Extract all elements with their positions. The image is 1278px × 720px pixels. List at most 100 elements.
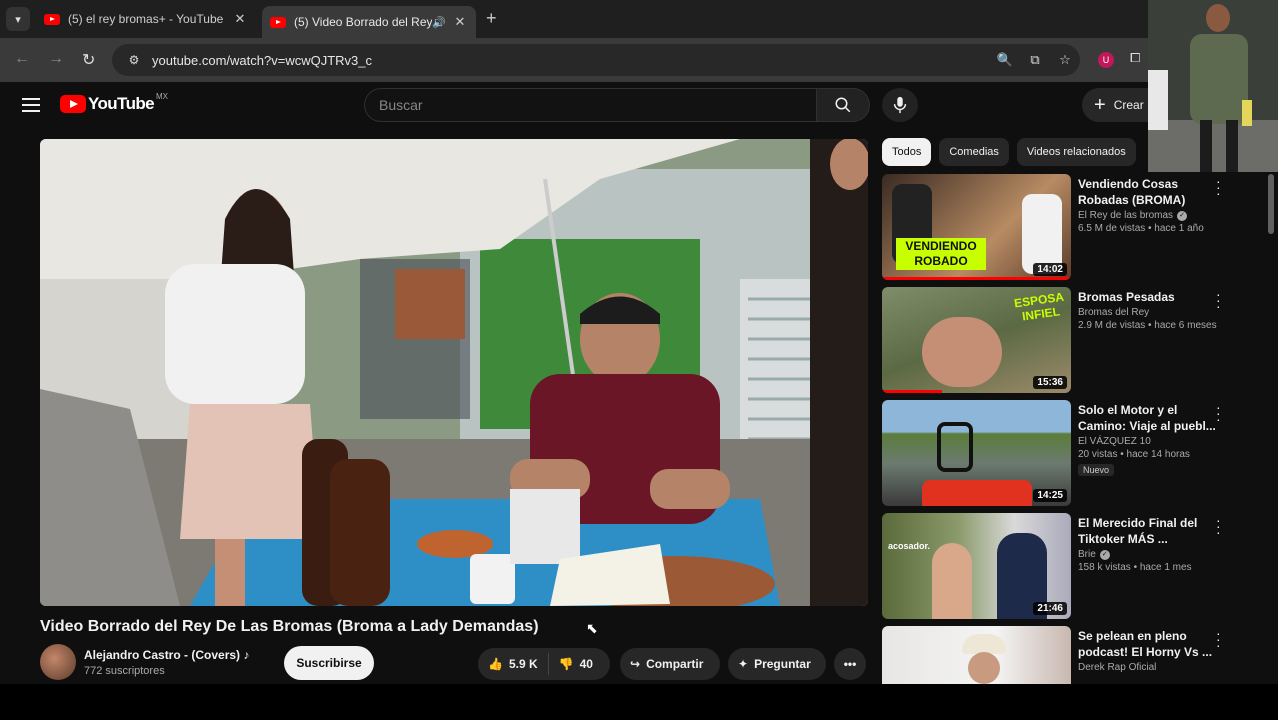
channel-name[interactable]: Alejandro Castro - (Covers) ♪ [84,648,249,662]
audio-playing-icon[interactable]: 🔊 [432,16,446,29]
thumbs-down-icon: 👎 [558,657,574,671]
chip-comedias[interactable]: Comedias [939,138,1009,166]
related-channel[interactable]: El Rey de las bromas ✓ [1078,210,1228,221]
extensions-puzzle-icon[interactable]: ⧠ [1130,50,1140,66]
related-title[interactable]: Se pelean en pleno podcast! El Horny Vs … [1078,628,1228,660]
install-app-icon[interactable]: ⧉ [1020,52,1050,68]
subscriber-count: 772 suscriptores [84,664,165,677]
more-vertical-icon[interactable]: · · · [1216,174,1221,200]
sparkle-icon: ✦ [738,657,749,671]
thumbnail-text: acosador. [888,541,931,551]
related-channel[interactable]: El VÁZQUEZ 10 [1078,436,1228,447]
related-channel[interactable]: Bromas del Rey [1078,307,1228,318]
voice-search-button[interactable] [882,88,918,122]
video-duration: 15:36 [1033,376,1067,389]
video-thumbnail[interactable] [882,626,1071,684]
related-channel[interactable]: Derek Rap Oficial [1078,662,1228,673]
video-meta: Se pelean en pleno podcast! El Horny Vs … [1078,628,1228,673]
more-vertical-icon[interactable]: · · · [1216,513,1221,539]
thumbnail-text: VENDIENDO ROBADO [896,238,986,270]
close-tab-icon[interactable]: ✕ [232,11,248,27]
chip-videos-relacionados[interactable]: Videos relacionados [1016,138,1136,166]
forward-arrow-icon[interactable]: → [48,50,64,68]
related-title[interactable]: El Merecido Final del Tiktoker MÁS ... [1078,515,1228,547]
related-video-item[interactable]: ESPOSA INFIEL 15:36 Bromas Pesadas Broma… [882,287,1262,400]
reload-icon[interactable]: ↻ [82,50,95,70]
search-button[interactable] [816,88,870,122]
related-title[interactable]: Bromas Pesadas [1078,289,1228,305]
related-title[interactable]: Vendiendo Cosas Robadas (BROMA) [1078,176,1228,208]
related-channel[interactable]: Brie ✓ [1078,549,1228,560]
browser-tab-bar: ▾ (5) el rey bromas+ - YouTube ✕ (5) Vid… [0,0,1278,38]
related-video-item[interactable]: acosador. 21:46 El Merecido Final del Ti… [882,513,1262,626]
chip-todos[interactable]: Todos [882,138,932,166]
more-actions-button[interactable]: ••• [834,648,866,680]
filter-chips: Todos Comedias Videos relacionados [882,138,1144,166]
channel-avatar[interactable] [40,644,76,680]
video-thumbnail[interactable]: ESPOSA INFIEL 15:36 [882,287,1071,393]
zoom-icon[interactable]: 🔍 [990,52,1020,68]
more-horizontal-icon: ••• [843,657,857,671]
watch-progress-bar [882,277,1071,280]
related-stats: 6.5 M de vistas • hace 1 año [1078,223,1204,234]
related-stats: 2.9 M de vistas • hace 6 meses [1078,320,1217,331]
youtube-favicon-icon [44,13,60,25]
channel-name-text[interactable]: Alejandro Castro - (Covers) [84,648,240,662]
address-bar[interactable]: ⚙ youtube.com/watch?v=wcwQJTRv3_c 🔍 ⧉ ☆ [112,44,1080,76]
microphone-icon [893,96,907,114]
video-duration: 14:02 [1033,263,1067,276]
sidebar-scrollbar[interactable] [1268,174,1274,234]
search-bar: Buscar [364,88,870,122]
back-arrow-icon[interactable]: ← [14,50,30,68]
menu-icon[interactable] [22,98,40,116]
video-frame [40,139,868,606]
browser-tab-active[interactable]: (5) Video Borrado del Rey D 🔊 ✕ [262,6,476,38]
subscribe-button[interactable]: Suscribirse [284,646,374,680]
webcam-frame [1148,0,1278,172]
video-thumbnail[interactable]: acosador. 21:46 [882,513,1071,619]
channel-text: Brie [1078,549,1096,560]
related-title[interactable]: Solo el Motor y el Camino: Viaje al pueb… [1078,402,1228,434]
video-meta: Solo el Motor y el Camino: Viaje al pueb… [1078,402,1228,478]
share-button[interactable]: ↪ Compartir [620,648,720,680]
url-text[interactable]: youtube.com/watch?v=wcwQJTRv3_c [152,53,990,68]
more-vertical-icon[interactable]: · · · [1216,400,1221,426]
taskbar-area [0,684,1278,720]
more-vertical-icon[interactable]: · · · [1216,287,1221,313]
webcam-overlay [1148,0,1278,172]
related-video-item[interactable]: VENDIENDO ROBADO 14:02 Vendiendo Cosas R… [882,174,1262,287]
watch-progress-bar [882,390,942,393]
like-button[interactable]: 👍 5.9 K [478,648,548,680]
browser-tab[interactable]: (5) el rey bromas+ - YouTube ✕ [36,6,256,32]
verified-check-icon: ✓ [1099,549,1110,560]
ask-button[interactable]: ✦ Preguntar [728,648,826,680]
dislike-button[interactable]: 👎 40 [549,648,603,680]
bookmark-star-icon[interactable]: ☆ [1050,52,1080,68]
related-video-item[interactable]: 14:25 Solo el Motor y el Camino: Viaje a… [882,400,1262,513]
extension-icon[interactable]: U [1098,52,1114,68]
related-video-item[interactable]: Se pelean en pleno podcast! El Horny Vs … [882,626,1262,684]
more-vertical-icon[interactable]: · · · [1216,626,1221,652]
related-stats: 158 k vistas • hace 1 mes [1078,562,1192,573]
new-tab-button[interactable]: + [486,8,497,29]
like-count: 5.9 K [508,657,538,671]
close-tab-icon[interactable]: ✕ [452,14,468,30]
video-thumbnail[interactable]: 14:25 [882,400,1071,506]
thumbnail-text: ESPOSA INFIEL [1013,289,1065,324]
related-videos-list: VENDIENDO ROBADO 14:02 Vendiendo Cosas R… [882,174,1262,684]
browser-toolbar: ← → ↻ ⚙ youtube.com/watch?v=wcwQJTRv3_c … [0,38,1278,82]
video-thumbnail[interactable]: VENDIENDO ROBADO 14:02 [882,174,1071,280]
mouse-cursor-icon: ⬉ [586,620,598,636]
video-duration: 14:25 [1033,489,1067,502]
logo-text: YouTube [88,94,155,113]
video-player[interactable] [40,139,868,606]
tab-title: (5) el rey bromas+ - YouTube [68,12,224,26]
youtube-page: YouTube MX Buscar + Crear Video Borrado … [0,82,1278,684]
video-title: Video Borrado del Rey De Las Bromas (Bro… [40,618,539,635]
video-meta: Vendiendo Cosas Robadas (BROMA) El Rey d… [1078,176,1228,234]
tab-search-button[interactable]: ▾ [6,7,30,31]
site-info-icon[interactable]: ⚙ [120,53,148,67]
video-meta: Bromas Pesadas Bromas del Rey 2.9 M de v… [1078,289,1228,331]
search-input[interactable]: Buscar [364,88,816,122]
youtube-logo[interactable]: YouTube MX [60,92,168,114]
